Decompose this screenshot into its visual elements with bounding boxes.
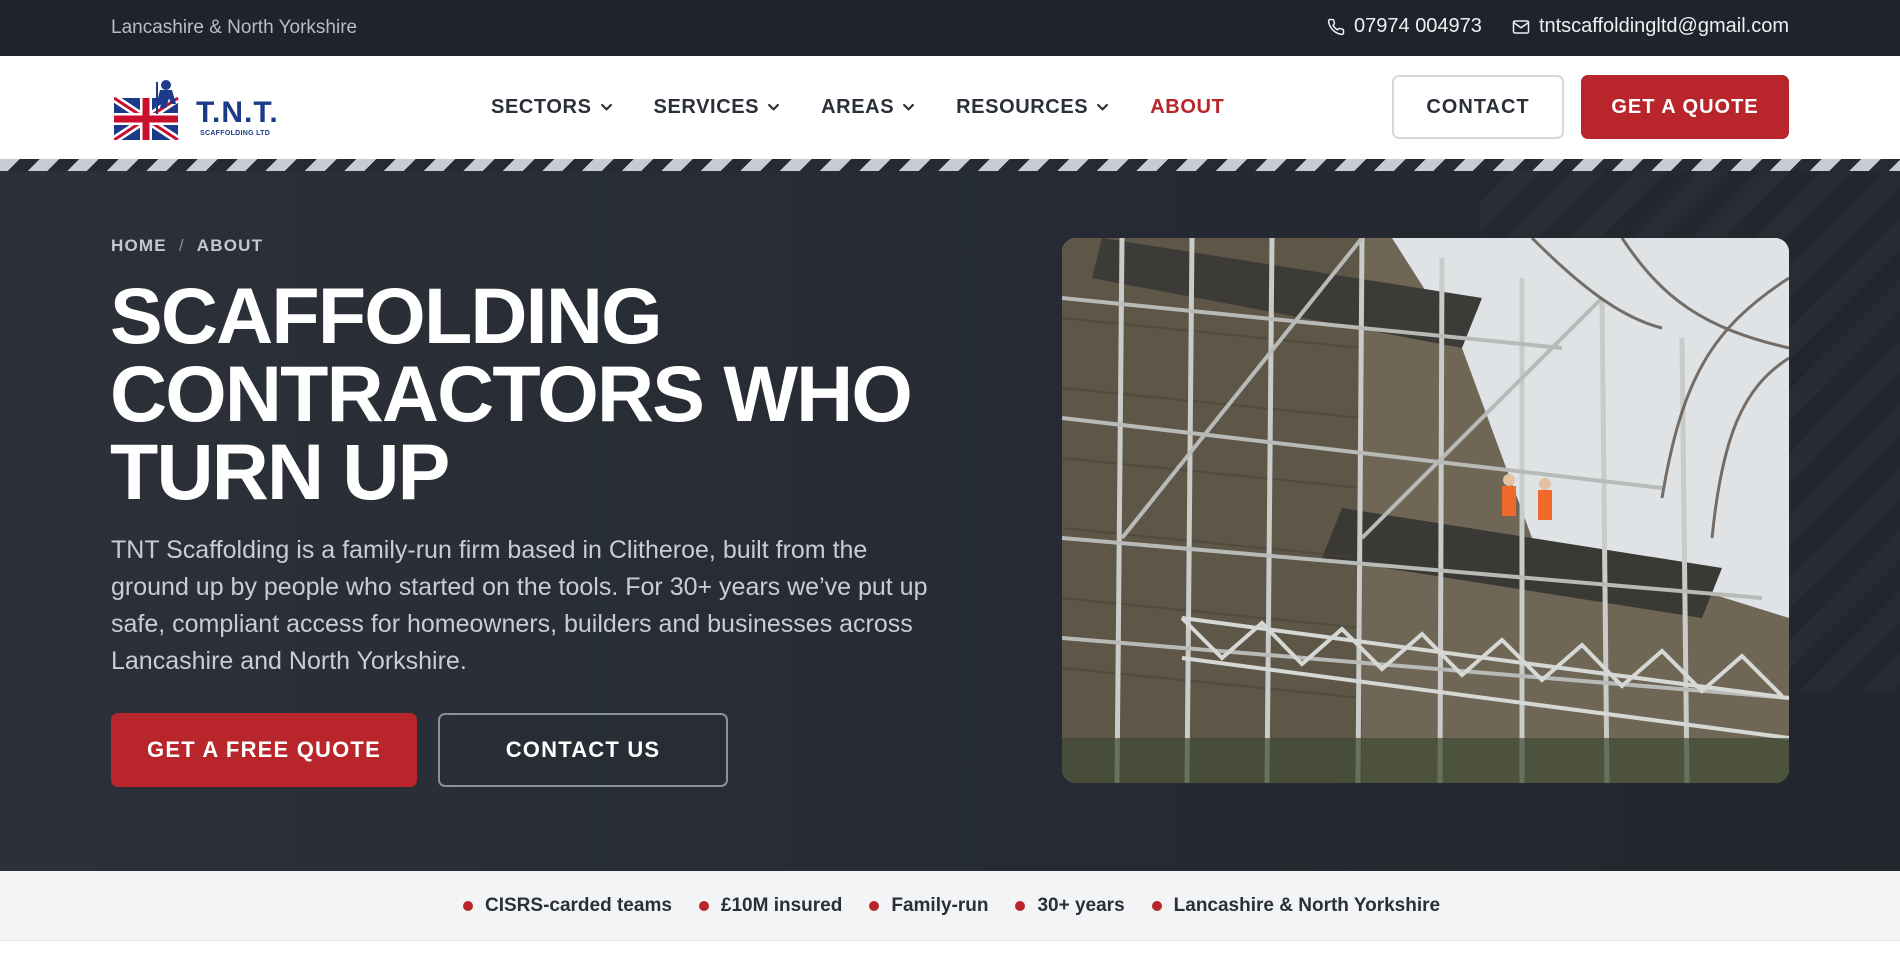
email-address: tntscaffoldingltd@gmail.com	[1538, 15, 1789, 37]
scaffolding-photo	[1062, 238, 1789, 783]
site-header: T.N.T. SCAFFOLDING LTD SECTORS SERVICES …	[0, 56, 1900, 159]
nav-about[interactable]: ABOUT	[1150, 96, 1224, 119]
nav-sectors[interactable]: SECTORS	[491, 96, 614, 119]
trust-item: Family-run	[869, 895, 988, 917]
nav-sectors-label: SECTORS	[491, 96, 592, 118]
breadcrumb-current: ABOUT	[196, 236, 264, 255]
nav-areas-label: AREAS	[821, 96, 895, 118]
nav-resources-label: RESOURCES	[956, 96, 1089, 118]
tnt-logo[interactable]: T.N.T. SCAFFOLDING LTD	[111, 78, 278, 144]
bullet-dot-icon	[869, 901, 880, 911]
chevron-down-icon	[768, 103, 780, 111]
phone-link[interactable]: 07974 004973	[1327, 15, 1482, 38]
trust-list: CISRS-carded teams £10M insured Family-r…	[463, 895, 1440, 917]
top-utility-bar: Lancashire & North Yorkshire 07974 00497…	[0, 0, 1900, 56]
hero-section: HOME / ABOUT SCAFFOLDING CONTRACTORS WHO…	[0, 171, 1900, 871]
trust-item-label: CISRS-carded teams	[485, 895, 672, 916]
chevron-down-icon	[1097, 103, 1109, 111]
nav-resources[interactable]: RESOURCES	[956, 96, 1110, 119]
chevron-down-icon	[903, 103, 915, 111]
main-nav: SECTORS SERVICES AREAS RESOURCES ABOUT	[491, 96, 1224, 119]
email-link[interactable]: tntscaffoldingltd@gmail.com	[1512, 15, 1789, 38]
bullet-dot-icon	[698, 901, 709, 911]
breadcrumb: HOME / ABOUT	[111, 236, 263, 256]
get-a-quote-button[interactable]: GET A QUOTE	[1581, 75, 1789, 139]
chevron-down-icon	[600, 103, 612, 111]
breadcrumb-home[interactable]: HOME	[111, 236, 167, 256]
get-free-quote-button[interactable]: GET A FREE QUOTE	[111, 713, 417, 787]
trust-item: Lancashire & North Yorkshire	[1151, 895, 1441, 917]
union-flag-icon	[111, 94, 181, 144]
mail-icon	[1512, 19, 1530, 34]
page-title: SCAFFOLDING CONTRACTORS WHO TURN UP	[110, 271, 913, 516]
hero-description: TNT Scaffolding is a family-run firm bas…	[111, 536, 928, 675]
nav-areas[interactable]: AREAS	[821, 96, 916, 119]
breadcrumb-separator: /	[178, 236, 185, 255]
contact-button[interactable]: CONTACT	[1392, 75, 1564, 139]
trust-item-label: 30+ years	[1037, 895, 1125, 916]
nav-services-label: SERVICES	[653, 96, 760, 118]
phone-icon	[1327, 18, 1345, 35]
trust-item: CISRS-carded teams	[463, 895, 672, 917]
trust-item: 30+ years	[1015, 895, 1125, 917]
logo-subtitle: SCAFFOLDING LTD	[200, 130, 271, 137]
nav-services[interactable]: SERVICES	[654, 96, 782, 119]
hazard-stripe-divider	[0, 159, 1900, 171]
trust-item-label: Lancashire & North Yorkshire	[1173, 895, 1441, 916]
bullet-dot-icon	[1151, 901, 1162, 911]
trust-bar: CISRS-carded teams £10M insured Family-r…	[0, 871, 1900, 941]
bullet-dot-icon	[463, 901, 473, 911]
trust-item-label: Family-run	[891, 895, 989, 916]
bullet-dot-icon	[1015, 901, 1026, 911]
nav-about-label: ABOUT	[1150, 96, 1225, 118]
phone-number: 07974 004973	[1354, 15, 1482, 37]
trust-item-label: £10M insured	[720, 895, 843, 916]
contact-us-button[interactable]: CONTACT US	[438, 713, 728, 787]
top-contact-info: 07974 004973 tntscaffoldingltd@gmail.com	[1327, 15, 1789, 38]
logo-wordmark: T.N.T.	[196, 96, 279, 129]
trust-item: £10M insured	[698, 895, 843, 917]
service-region: Lancashire & North Yorkshire	[111, 17, 358, 38]
